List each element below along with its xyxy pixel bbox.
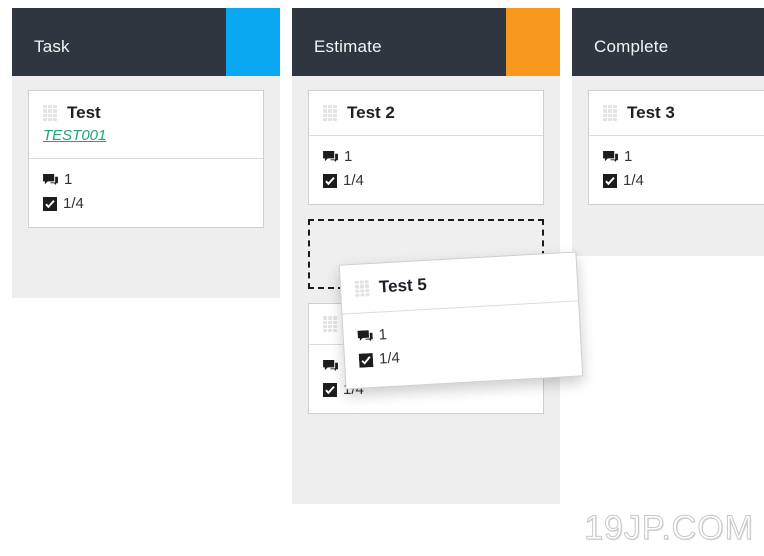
column-title: Estimate xyxy=(314,37,382,56)
card-comments[interactable]: 1 xyxy=(603,148,764,166)
card-checklist[interactable]: 1/4 xyxy=(358,341,568,371)
card-meta: 1 1/4 xyxy=(342,302,582,389)
board-column-task: Task Test TEST001 1 1/4 xyxy=(12,8,280,298)
column-title: Task xyxy=(34,37,70,56)
checkbox-checked-icon xyxy=(603,174,617,189)
comment-icon xyxy=(323,359,338,372)
comment-icon xyxy=(603,150,618,163)
task-card[interactable]: Test 3 1 1/4 xyxy=(588,90,764,206)
card-meta: 1 1/4 xyxy=(589,136,764,204)
checkbox-checked-icon xyxy=(323,174,337,189)
task-card[interactable]: Test TEST001 1 1/4 xyxy=(28,90,264,229)
checkbox-checked-icon xyxy=(323,383,337,398)
dragged-task-card[interactable]: Test 5 1 1/4 xyxy=(338,251,584,390)
card-title: Test 2 xyxy=(347,103,395,122)
board-column-complete: Complete Test 3 1 1/4 xyxy=(572,8,764,256)
drag-handle-icon[interactable] xyxy=(603,105,617,122)
column-header-task[interactable]: Task xyxy=(12,8,280,76)
drag-handle-icon[interactable] xyxy=(323,105,337,122)
card-checklist-count: 1/4 xyxy=(343,172,364,190)
drag-handle-icon[interactable] xyxy=(354,280,370,298)
comment-icon xyxy=(43,173,58,185)
column-header-complete[interactable]: Complete xyxy=(572,8,764,76)
comment-icon xyxy=(323,150,338,163)
card-header: Test 3 xyxy=(589,91,764,137)
card-title: Test xyxy=(67,103,101,122)
card-comments-count: 1 xyxy=(378,326,388,344)
column-title: Complete xyxy=(594,37,669,56)
kanban-board: Task Test TEST001 1 1/4 Estimate Test 2 … xyxy=(0,0,764,556)
card-checklist[interactable]: 1/4 xyxy=(43,195,249,213)
card-header: Test 2 xyxy=(309,91,543,137)
drag-handle-icon[interactable] xyxy=(43,105,57,122)
card-meta: 1 1/4 xyxy=(29,159,263,227)
card-checklist[interactable]: 1/4 xyxy=(603,172,764,190)
card-comments[interactable]: 1 xyxy=(43,171,249,189)
checkbox-checked-icon xyxy=(358,353,374,369)
card-comments-count: 1 xyxy=(64,171,73,189)
card-header: Test TEST001 xyxy=(29,91,263,160)
column-header-estimate[interactable]: Estimate xyxy=(292,8,560,76)
card-checklist-count: 1/4 xyxy=(63,195,84,213)
comment-icon xyxy=(357,330,373,342)
card-checklist-count: 1/4 xyxy=(378,349,401,369)
checkbox-checked-icon xyxy=(43,197,57,212)
card-meta: 1 1/4 xyxy=(309,136,543,204)
column-body-complete: Test 3 1 1/4 xyxy=(572,76,764,256)
task-card[interactable]: Test 2 1 1/4 xyxy=(308,90,544,206)
column-accent-swatch xyxy=(226,8,280,76)
card-comments-count: 1 xyxy=(624,148,633,166)
column-accent-swatch xyxy=(506,8,560,76)
card-subtitle-link[interactable]: TEST001 xyxy=(43,127,249,146)
card-checklist[interactable]: 1/4 xyxy=(323,172,529,190)
card-comments-count: 1 xyxy=(344,148,353,166)
card-title: Test 5 xyxy=(378,274,428,297)
card-comments[interactable]: 1 xyxy=(323,148,529,166)
card-checklist-count: 1/4 xyxy=(623,172,644,190)
card-title: Test 3 xyxy=(627,103,675,122)
column-body-task: Test TEST001 1 1/4 xyxy=(12,76,280,298)
watermark: 19JP.COM xyxy=(584,509,754,548)
drag-handle-icon[interactable] xyxy=(323,316,337,333)
